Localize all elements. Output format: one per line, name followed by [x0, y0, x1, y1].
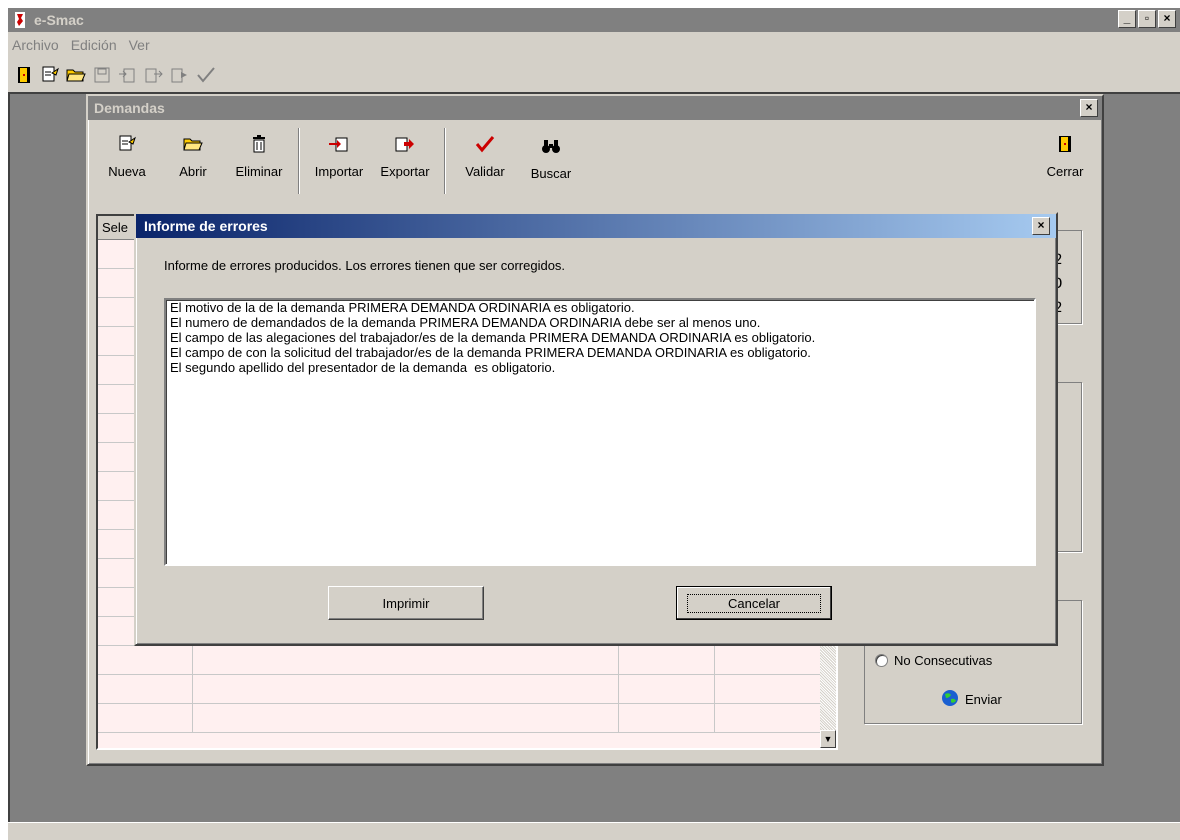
dialog-title-bar: Informe de errores ×	[136, 214, 1056, 238]
toolbar-separator	[298, 128, 300, 194]
grid-header-sele: Sele	[102, 220, 129, 235]
save-disk-icon	[92, 65, 112, 85]
trash-icon	[251, 134, 267, 154]
radio-no-consecutivas[interactable]: No Consecutivas	[875, 653, 992, 668]
status-bar	[8, 822, 1180, 840]
open-folder-icon[interactable]	[66, 65, 86, 85]
demandas-toolbar: Nueva Abrir Eliminar Importar Exportar V…	[88, 120, 1102, 206]
app-logo-icon	[12, 12, 28, 28]
scroll-down-button[interactable]: ▼	[820, 730, 836, 748]
exportar-button[interactable]: Exportar	[372, 134, 438, 179]
nueva-button[interactable]: Nueva	[94, 134, 160, 179]
demandas-title-bar: Demandas ×	[88, 96, 1102, 120]
error-line: El segundo apellido del presentador de l…	[170, 360, 556, 375]
validate-check-icon	[475, 134, 495, 154]
menu-ver[interactable]: Ver	[129, 37, 150, 53]
globe-icon	[941, 689, 959, 710]
demandas-close-button[interactable]: ×	[1080, 99, 1098, 117]
enviar-button[interactable]: Enviar	[941, 689, 1002, 710]
demandas-title: Demandas	[94, 100, 165, 116]
app-toolbar	[8, 58, 1180, 92]
table-row[interactable]	[98, 675, 826, 704]
error-line: El numero de demandados de la demanda PR…	[170, 315, 761, 330]
open-folder-icon	[183, 134, 203, 154]
app-title: e-Smac	[34, 12, 84, 28]
error-report-dialog: Informe de errores × Informe de errores …	[134, 212, 1058, 646]
error-line: El motivo de la de la demanda PRIMERA DE…	[170, 300, 635, 315]
new-document-icon[interactable]	[40, 65, 60, 85]
toolbar-separator	[444, 128, 446, 194]
error-line: El campo de con la solicitud del trabaja…	[170, 345, 811, 360]
menu-bar: Archivo Edición Ver	[8, 32, 1180, 58]
table-row[interactable]	[98, 704, 826, 733]
maximize-button[interactable]: ▫	[1138, 10, 1156, 28]
binoculars-icon	[541, 136, 561, 156]
dialog-message: Informe de errores producidos. Los error…	[164, 258, 566, 273]
abrir-button[interactable]: Abrir	[160, 134, 226, 179]
export-icon	[394, 134, 416, 154]
validar-button[interactable]: Validar	[452, 134, 518, 179]
error-line: El campo de las alegaciones del trabajad…	[170, 330, 816, 345]
export-disabled-icon	[170, 65, 190, 85]
menu-edicion[interactable]: Edición	[71, 37, 117, 53]
import-icon	[118, 65, 138, 85]
menu-archivo[interactable]: Archivo	[12, 37, 59, 53]
eliminar-button[interactable]: Eliminar	[226, 134, 292, 179]
new-document-icon	[117, 134, 137, 154]
exit-door-icon[interactable]	[14, 65, 34, 85]
export-icon	[144, 65, 164, 85]
validate-check-icon	[196, 65, 216, 85]
dialog-close-button[interactable]: ×	[1032, 217, 1050, 235]
cancelar-button[interactable]: Cancelar	[676, 586, 832, 620]
imprimir-button[interactable]: Imprimir	[328, 586, 484, 620]
radio-button[interactable]	[875, 654, 888, 667]
exit-door-icon	[1058, 134, 1072, 154]
importar-button[interactable]: Importar	[306, 134, 372, 179]
errors-list[interactable]: El motivo de la de la demanda PRIMERA DE…	[164, 298, 1036, 566]
table-row[interactable]	[98, 646, 826, 675]
dialog-title: Informe de errores	[144, 218, 268, 234]
buscar-button[interactable]: Buscar	[518, 136, 584, 181]
close-button[interactable]: ×	[1158, 10, 1176, 28]
cerrar-button[interactable]: Cerrar	[1032, 134, 1098, 179]
import-icon	[328, 134, 350, 154]
app-title-bar: e-Smac _ ▫ ×	[8, 8, 1180, 32]
minimize-button[interactable]: _	[1118, 10, 1136, 28]
